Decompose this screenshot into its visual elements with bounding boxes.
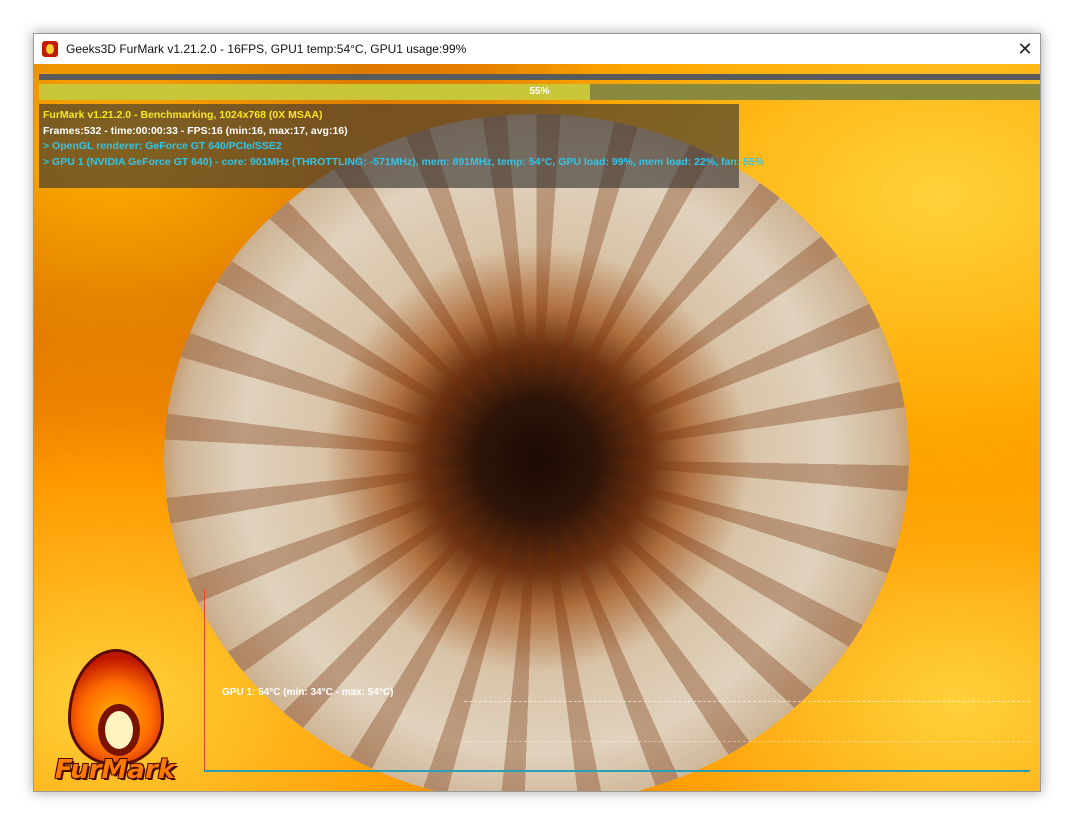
graph-max-line bbox=[464, 701, 1030, 702]
info-overlay: FurMark v1.21.2.0 - Benchmarking, 1024x7… bbox=[39, 104, 765, 188]
close-button[interactable]: ✕ bbox=[1010, 34, 1040, 64]
window-title: Geeks3D FurMark v1.21.2.0 - 16FPS, GPU1 … bbox=[66, 42, 467, 56]
title-bar[interactable]: Geeks3D FurMark v1.21.2.0 - 16FPS, GPU1 … bbox=[34, 34, 1040, 64]
benchmark-title-line: FurMark v1.21.2.0 - Benchmarking, 1024x7… bbox=[43, 109, 323, 121]
render-canvas: 55% FurMark v1.21.2.0 - Benchmarking, 10… bbox=[34, 64, 1040, 791]
gpu-status-line: > GPU 1 (NVIDIA GeForce GT 640) - core: … bbox=[43, 155, 765, 168]
furmark-window: Geeks3D FurMark v1.21.2.0 - 16FPS, GPU1 … bbox=[33, 33, 1041, 792]
graph-min-line bbox=[464, 741, 1030, 742]
temperature-graph: GPU 1: 54°C (min: 34°C - max: 54°C) bbox=[204, 589, 1034, 772]
frames-stats-line: Frames:532 - time:00:00:33 - FPS:16 (min… bbox=[43, 124, 348, 137]
gpu-temp-label: GPU 1: 54°C (min: 34°C - max: 54°C) bbox=[222, 687, 394, 698]
progress-label: 55% bbox=[529, 86, 550, 97]
logo-text: FurMark bbox=[54, 755, 176, 785]
renderer-line: > OpenGL renderer: GeForce GT 640/PCIe/S… bbox=[43, 140, 282, 152]
furmark-app-icon bbox=[42, 41, 58, 57]
progress-header-bar bbox=[39, 74, 1040, 80]
graph-x-axis bbox=[204, 770, 1030, 772]
furmark-logo: FurMark bbox=[40, 649, 190, 789]
benchmark-progress-bar: 55% bbox=[39, 84, 1040, 100]
logo-eye-icon bbox=[98, 704, 140, 756]
graph-y-axis bbox=[204, 589, 205, 772]
